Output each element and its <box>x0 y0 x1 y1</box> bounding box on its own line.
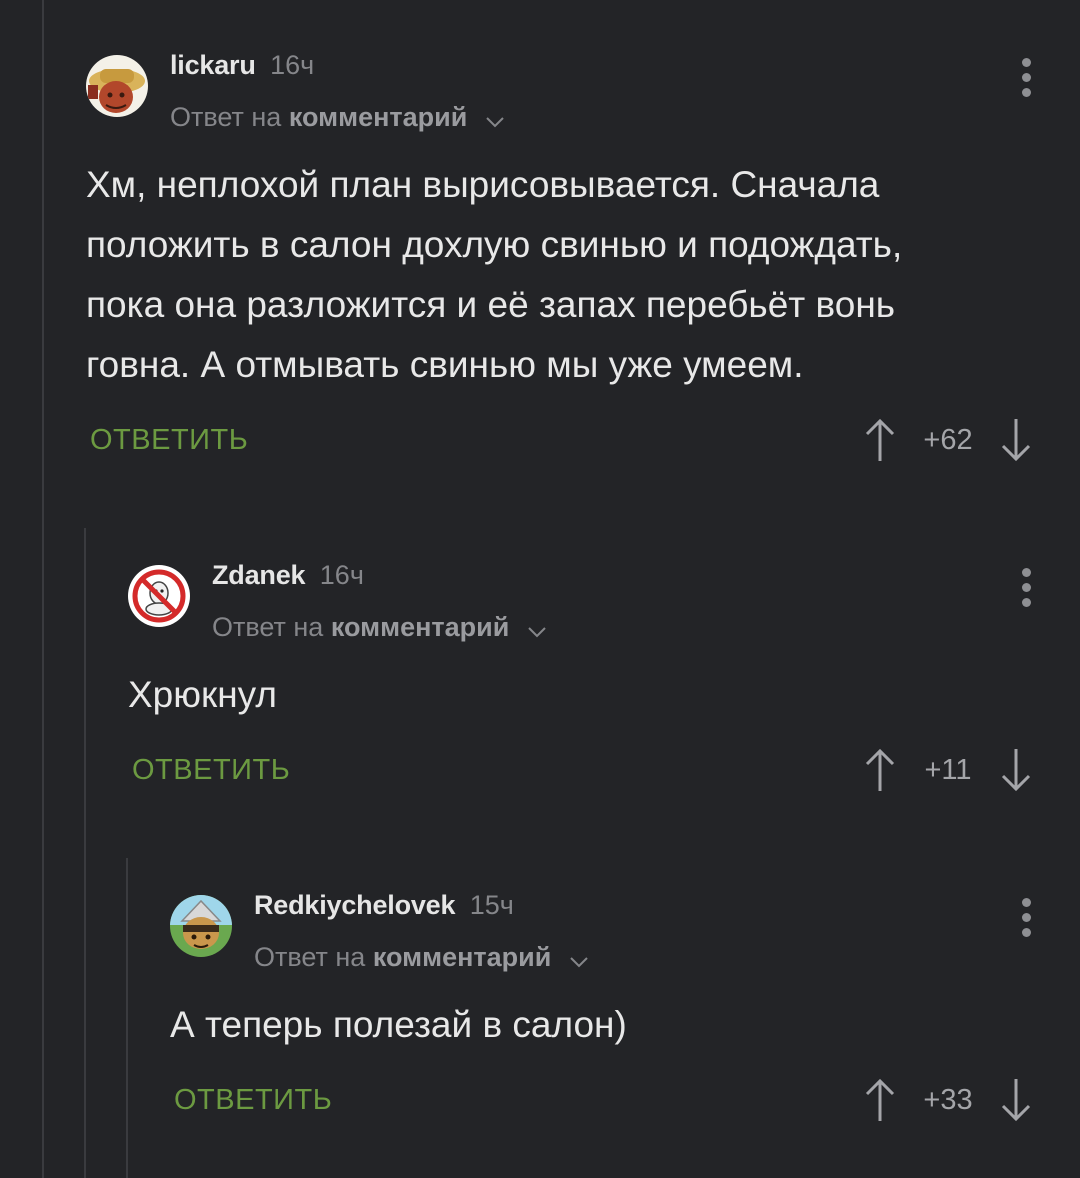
comment-header: Zdanek 16ч Ответ на комментарий <box>128 555 1080 665</box>
avatar[interactable] <box>128 565 190 627</box>
comment-time: 15ч <box>469 890 514 920</box>
reply-target[interactable]: комментарий <box>289 102 468 132</box>
comment-meta: lickaru 16ч Ответ на комментарий <box>170 45 505 135</box>
arrow-up-icon[interactable] <box>862 417 898 463</box>
chevron-down-icon[interactable] <box>569 941 589 977</box>
comment: lickaru 16ч Ответ на комментарий Хм, неп… <box>86 45 1080 465</box>
thread-line-level-2 <box>84 528 86 1178</box>
comment-actions: ОТВЕТИТЬ +11 <box>128 745 1080 795</box>
reply-button[interactable]: ОТВЕТИТЬ <box>174 1075 332 1125</box>
reply-button[interactable]: ОТВЕТИТЬ <box>132 745 290 795</box>
arrow-down-icon[interactable] <box>998 1077 1034 1123</box>
reply-prefix: Ответ на <box>170 102 282 132</box>
reply-prefix: Ответ на <box>212 612 324 642</box>
reply-button[interactable]: ОТВЕТИТЬ <box>90 415 248 465</box>
comment-meta: Zdanek 16ч Ответ на комментарий <box>212 555 547 645</box>
vote-block: +11 <box>862 745 1034 795</box>
vote-block: +62 <box>862 415 1034 465</box>
arrow-down-icon[interactable] <box>998 747 1034 793</box>
avatar[interactable] <box>170 895 232 957</box>
comment-meta: Redkiychelovek 15ч Ответ на комментарий <box>254 885 589 975</box>
reply-to-link[interactable]: Ответ на комментарий <box>170 99 505 135</box>
reply-to-link[interactable]: Ответ на комментарий <box>212 609 547 645</box>
comment-text: А теперь полезай в салон) <box>170 1004 627 1045</box>
comment: Zdanek 16ч Ответ на комментарий Хрюкнул … <box>128 555 1080 795</box>
comment-actions: ОТВЕТИТЬ +33 <box>170 1075 1080 1125</box>
arrow-down-icon[interactable] <box>998 417 1034 463</box>
more-vertical-icon[interactable] <box>1011 895 1041 945</box>
thread-line-level-1 <box>42 0 44 1178</box>
author-name[interactable]: Zdanek <box>212 560 306 590</box>
score: +62 <box>923 423 973 456</box>
comment-actions: ОТВЕТИТЬ +62 <box>86 415 1080 465</box>
more-vertical-icon[interactable] <box>1011 55 1041 105</box>
vote-block: +33 <box>862 1075 1034 1125</box>
reply-prefix: Ответ на <box>254 942 366 972</box>
reply-target[interactable]: комментарий <box>331 612 510 642</box>
author-name[interactable]: Redkiychelovek <box>254 890 456 920</box>
score: +11 <box>924 753 972 786</box>
comment-time: 16ч <box>319 560 364 590</box>
arrow-up-icon[interactable] <box>862 1077 898 1123</box>
comment-header: lickaru 16ч Ответ на комментарий <box>86 45 1080 155</box>
comment-text: Хм, неплохой план вырисовывается. Сначал… <box>86 164 903 385</box>
author-name[interactable]: lickaru <box>170 50 256 80</box>
reply-to-link[interactable]: Ответ на комментарий <box>254 939 589 975</box>
comment: Redkiychelovek 15ч Ответ на комментарий … <box>170 885 1080 1125</box>
score: +33 <box>923 1083 973 1116</box>
comment-text: Хрюкнул <box>128 674 277 715</box>
reply-target[interactable]: комментарий <box>373 942 552 972</box>
arrow-up-icon[interactable] <box>862 747 898 793</box>
comment-time: 16ч <box>270 50 315 80</box>
more-vertical-icon[interactable] <box>1011 565 1041 615</box>
thread-line-level-3 <box>126 858 128 1178</box>
chevron-down-icon[interactable] <box>485 101 505 137</box>
comment-header: Redkiychelovek 15ч Ответ на комментарий <box>170 885 1080 995</box>
comments-page: lickaru 16ч Ответ на комментарий Хм, неп… <box>0 0 1080 1178</box>
avatar[interactable] <box>86 55 148 117</box>
chevron-down-icon[interactable] <box>527 611 547 647</box>
